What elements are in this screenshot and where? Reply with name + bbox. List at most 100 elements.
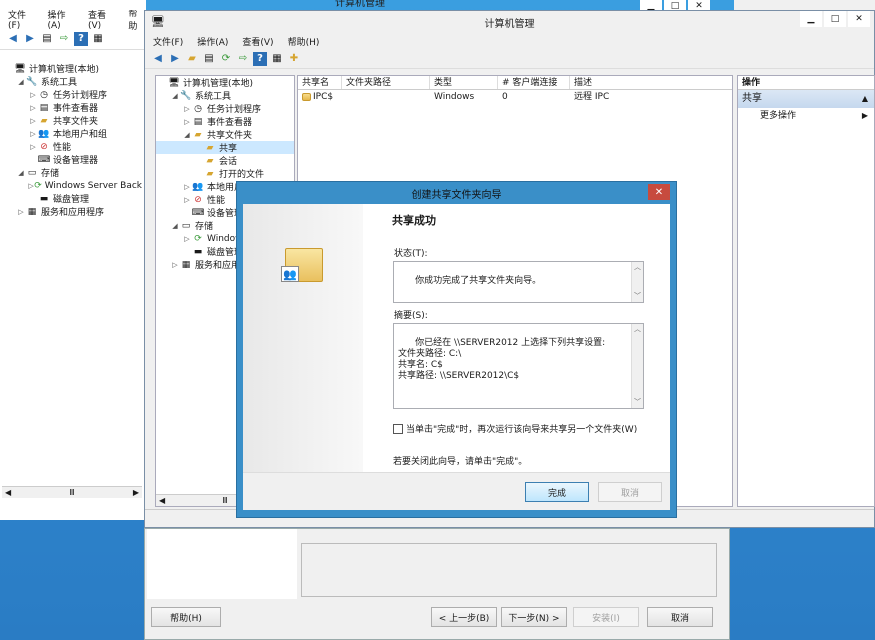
tree-node[interactable]: 🖥 计算机管理(本地) xyxy=(156,76,294,90)
export-icon[interactable]: ⇨ xyxy=(57,32,71,46)
expand-arrow-icon[interactable]: ◢ xyxy=(16,169,26,177)
expand-arrow-icon[interactable]: ◢ xyxy=(170,92,180,100)
expand-arrow-icon[interactable]: ▷ xyxy=(16,208,26,216)
minimize-button[interactable]: ▁ xyxy=(800,11,822,27)
help-icon[interactable]: ? xyxy=(253,51,267,66)
under-cancel-button[interactable]: 取消 xyxy=(647,607,713,627)
expand-arrow-icon[interactable]: ▷ xyxy=(28,130,38,138)
scroll-left-icon[interactable]: ◀ xyxy=(5,488,11,497)
export-icon[interactable]: ⇨ xyxy=(236,52,250,66)
scroll-right-icon[interactable]: ▶ xyxy=(133,488,139,497)
tree-node[interactable]: ◢ ▭ 存储 xyxy=(2,166,142,180)
console-tree-icon[interactable]: ▤ xyxy=(40,32,54,46)
folder-icon[interactable]: ▰ xyxy=(185,52,199,66)
collapse-icon[interactable]: ▲ xyxy=(862,90,868,108)
dialog-cancel-button[interactable]: 取消 xyxy=(598,482,662,502)
col-share-name[interactable]: 共享名 xyxy=(298,76,342,89)
maximize-button[interactable]: □ xyxy=(824,11,846,27)
back-arrow-icon[interactable]: ◀ xyxy=(6,32,20,46)
help-button[interactable]: 帮助(H) xyxy=(151,607,221,627)
scroll-down-icon[interactable]: ﹀ xyxy=(634,291,641,302)
expand-arrow-icon[interactable]: ▷ xyxy=(182,105,192,113)
tree-node[interactable]: ▷ ◷ 任务计划程序 xyxy=(2,88,142,102)
expand-arrow-icon[interactable]: ▷ xyxy=(182,183,192,191)
back-menu-action[interactable]: 操作(A) xyxy=(48,8,78,31)
expand-arrow-icon[interactable]: ◢ xyxy=(170,222,180,230)
scroll-up-icon[interactable]: ︿ xyxy=(634,262,641,273)
col-clients[interactable]: # 客户端连接 xyxy=(498,76,570,89)
prev-button[interactable]: < 上一步(B) xyxy=(431,607,497,627)
scroll-up-icon[interactable]: ︿ xyxy=(634,324,641,335)
menu-file[interactable]: 文件(F) xyxy=(153,35,183,48)
menu-view[interactable]: 查看(V) xyxy=(242,35,273,48)
tree-node[interactable]: ▷ 👥 本地用户和组 xyxy=(2,127,142,141)
install-button[interactable]: 安装(I) xyxy=(573,607,639,627)
expand-arrow-icon[interactable]: ◢ xyxy=(16,78,26,86)
properties-icon[interactable]: ▦ xyxy=(91,32,105,46)
actions-section[interactable]: 共享 ▲ xyxy=(738,90,874,108)
tree-node-label: 磁盘管理 xyxy=(53,195,90,205)
expand-arrow-icon[interactable]: ▷ xyxy=(182,118,192,126)
expand-arrow-icon[interactable]: ▷ xyxy=(28,91,38,99)
expand-arrow-icon[interactable]: ▷ xyxy=(182,235,192,243)
new-share-icon[interactable]: ✚ xyxy=(287,52,301,66)
tree-node[interactable]: 🖥 计算机管理(本地) xyxy=(2,62,142,76)
tree-node[interactable]: ◢ 🔧 系统工具 xyxy=(156,89,294,103)
table-row[interactable]: IPC$ Windows 0 远程 IPC xyxy=(298,90,732,104)
forward-arrow-icon[interactable]: ▶ xyxy=(168,52,182,66)
tree-node[interactable]: ◢ 🔧 系统工具 xyxy=(2,75,142,89)
menu-help[interactable]: 帮助(H) xyxy=(288,35,320,48)
summary-textbox[interactable]: 你已经在 \\SERVER2012 上选择下列共享设置: 文件夹路径: C:\ … xyxy=(393,323,644,409)
col-type[interactable]: 类型 xyxy=(430,76,498,89)
tree-node[interactable]: ▰ 会话 xyxy=(156,154,294,168)
dialog-close-button[interactable]: ✕ xyxy=(648,184,670,200)
back-arrow-icon[interactable]: ◀ xyxy=(151,52,165,66)
expand-arrow-icon[interactable]: ▷ xyxy=(28,143,38,151)
back-menu-view[interactable]: 查看(V) xyxy=(88,8,118,31)
tree-node[interactable]: ▰ 共享 xyxy=(156,141,294,154)
status-textbox[interactable]: 你成功完成了共享文件夹向导。 ︿ ﹀ xyxy=(393,261,644,303)
expand-arrow-icon[interactable]: ▷ xyxy=(28,104,38,112)
shared-folder-icon: ▰ xyxy=(194,129,202,140)
tree-node-label: 事件查看器 xyxy=(53,104,99,114)
help-icon[interactable]: ? xyxy=(74,31,88,46)
close-button[interactable]: ✕ xyxy=(848,11,870,27)
expand-arrow-icon[interactable]: ◢ xyxy=(182,131,192,139)
tree-node[interactable]: ▷ ◷ 任务计划程序 xyxy=(156,102,294,116)
status-scrollbar[interactable]: ︿ ﹀ xyxy=(631,262,643,302)
next-button[interactable]: 下一步(N) > xyxy=(501,607,567,627)
scroll-thumb[interactable]: Ⅲ xyxy=(69,488,75,497)
share-type: Windows xyxy=(434,92,475,102)
summary-scrollbar[interactable]: ︿ ﹀ xyxy=(631,324,643,408)
tree-node[interactable]: ▷ ▤ 事件查看器 xyxy=(2,101,142,115)
tree-node[interactable]: ▷ ▤ 事件查看器 xyxy=(156,115,294,129)
back-menu-file[interactable]: 文件(F) xyxy=(8,8,38,31)
storage-icon: ▭ xyxy=(27,167,37,178)
refresh-icon[interactable]: ⟳ xyxy=(219,52,233,66)
col-description[interactable]: 描述 xyxy=(570,76,730,89)
scroll-thumb[interactable]: Ⅲ xyxy=(222,496,228,505)
tree-node[interactable]: ▷ ⟳ Windows Server Back xyxy=(2,179,142,192)
console-tree-icon[interactable]: ▤ xyxy=(202,52,216,66)
expand-arrow-icon[interactable]: ▷ xyxy=(170,261,180,269)
properties-icon[interactable]: ▦ xyxy=(270,52,284,66)
col-folder-path[interactable]: 文件夹路径 xyxy=(342,76,430,89)
scroll-left-icon[interactable]: ◀ xyxy=(159,496,165,505)
expand-arrow-icon[interactable]: ▷ xyxy=(182,196,192,204)
finish-button[interactable]: 完成 xyxy=(525,482,589,502)
scroll-down-icon[interactable]: ﹀ xyxy=(634,397,641,408)
tree-node[interactable]: ▬ 磁盘管理 xyxy=(2,192,142,206)
back-tree-hscroll[interactable]: ◀ Ⅲ ▶ xyxy=(2,486,142,498)
tree-node[interactable]: ▷ ▦ 服务和应用程序 xyxy=(2,205,142,219)
tree-node[interactable]: ⌨ 设备管理器 xyxy=(2,153,142,167)
tree-node[interactable]: ▰ 打开的文件 xyxy=(156,167,294,181)
menu-action[interactable]: 操作(A) xyxy=(197,35,228,48)
expand-arrow-icon[interactable]: ▷ xyxy=(28,117,38,125)
forward-arrow-icon[interactable]: ▶ xyxy=(23,32,37,46)
tree-node[interactable]: ▷ ▰ 共享文件夹 xyxy=(2,114,142,128)
tree-node[interactable]: ◢ ▰ 共享文件夹 xyxy=(156,128,294,142)
rerun-checkbox-row[interactable]: 当单击"完成"时，再次运行该向导来共享另一个文件夹(W) xyxy=(393,422,637,435)
tree-node[interactable]: ▷ ⊘ 性能 xyxy=(2,140,142,154)
more-actions[interactable]: 更多操作 ▶ xyxy=(738,108,874,124)
rerun-checkbox[interactable] xyxy=(393,423,403,434)
